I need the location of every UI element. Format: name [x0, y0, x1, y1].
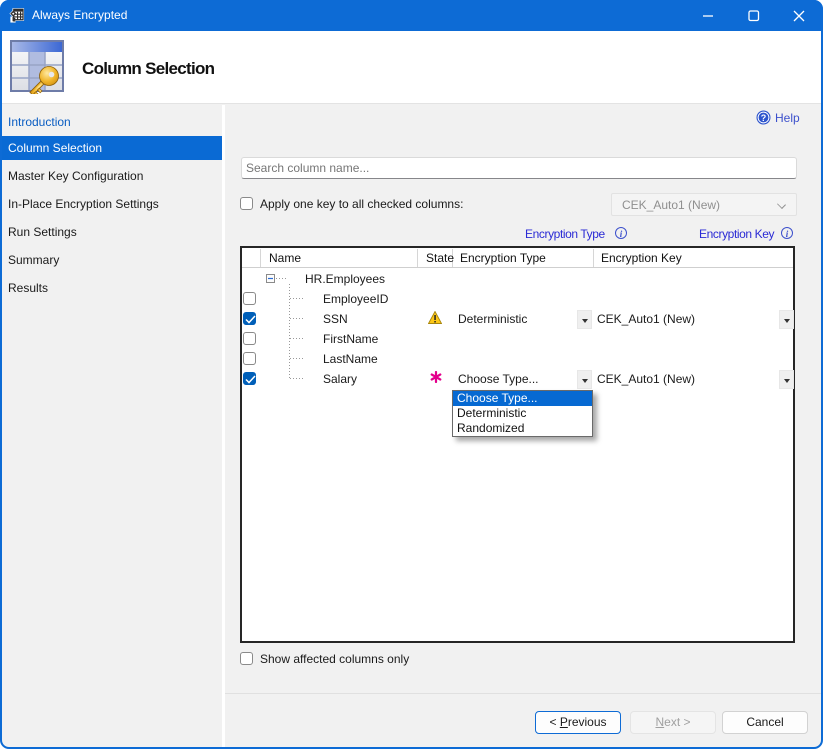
svg-text:?: ? [761, 113, 767, 123]
